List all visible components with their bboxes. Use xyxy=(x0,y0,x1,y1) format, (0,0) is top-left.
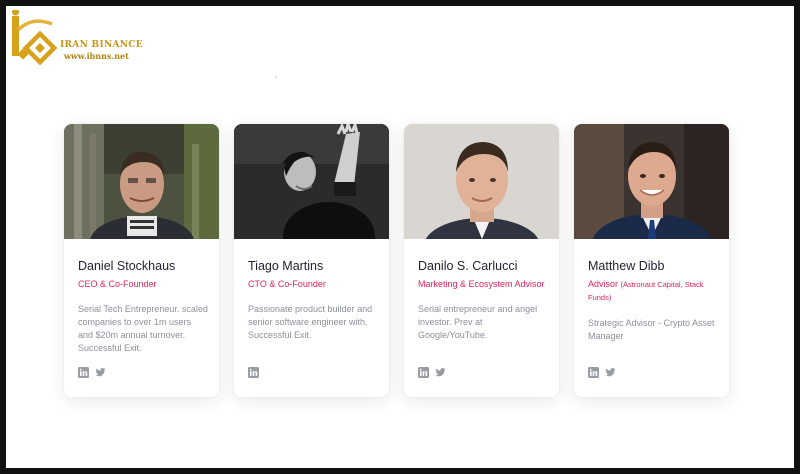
member-role-title: CTO & Co-Founder xyxy=(248,279,326,289)
decorative-dot xyxy=(275,76,277,78)
member-role: Advisor (Astronaut Capital, Stack Funds) xyxy=(588,278,720,304)
member-role-title: Marketing & Ecosystem Advisor xyxy=(418,279,545,289)
member-name: Matthew Dibb xyxy=(588,259,665,273)
member-bio: Serial entrepreneur and angel investor. … xyxy=(418,304,538,340)
team-card: Danilo S. Carlucci Marketing & Ecosystem… xyxy=(404,124,559,397)
member-bio: Serial Tech Entrepreneur. scaled compani… xyxy=(78,304,208,353)
binance-logo-icon xyxy=(12,10,58,66)
linkedin-icon[interactable] xyxy=(248,367,259,378)
brand-logo[interactable]: IRAN BINANCE www.ibnns.net xyxy=(8,10,143,76)
member-bio: Passionate product builder and senior so… xyxy=(248,304,373,340)
member-role: CTO & Co-Founder xyxy=(248,278,380,290)
twitter-icon[interactable] xyxy=(605,367,616,378)
brand-name: IRAN BINANCE xyxy=(60,40,143,50)
member-photo xyxy=(234,124,389,239)
member-role-title: Advisor xyxy=(588,279,619,289)
linkedin-icon[interactable] xyxy=(418,367,429,378)
member-role-title: CEO & Co-Founder xyxy=(78,279,157,289)
linkedin-icon[interactable] xyxy=(78,367,89,378)
member-name: Daniel Stockhaus xyxy=(78,259,176,273)
member-role: CEO & Co-Founder xyxy=(78,278,210,290)
twitter-icon[interactable] xyxy=(95,367,106,378)
twitter-icon[interactable] xyxy=(435,367,446,378)
page: IRAN BINANCE www.ibnns.net Daniel Stockh… xyxy=(6,6,794,468)
linkedin-icon[interactable] xyxy=(588,367,599,378)
team-card: Matthew Dibb Advisor (Astronaut Capital,… xyxy=(574,124,729,397)
member-name: Danilo S. Carlucci xyxy=(418,259,518,273)
member-photo xyxy=(404,124,559,239)
team-card: Tiago Martins CTO & Co-Founder Passionat… xyxy=(234,124,389,397)
member-photo xyxy=(64,124,219,239)
member-photo xyxy=(574,124,729,239)
team-card: Daniel Stockhaus CEO & Co-Founder Serial… xyxy=(64,124,219,397)
member-bio: Strategic Advisor - Crypto Asset Manager xyxy=(588,318,715,341)
brand-url: www.ibnns.net xyxy=(64,51,129,61)
member-name: Tiago Martins xyxy=(248,259,324,273)
member-role: Marketing & Ecosystem Advisor xyxy=(418,278,550,290)
